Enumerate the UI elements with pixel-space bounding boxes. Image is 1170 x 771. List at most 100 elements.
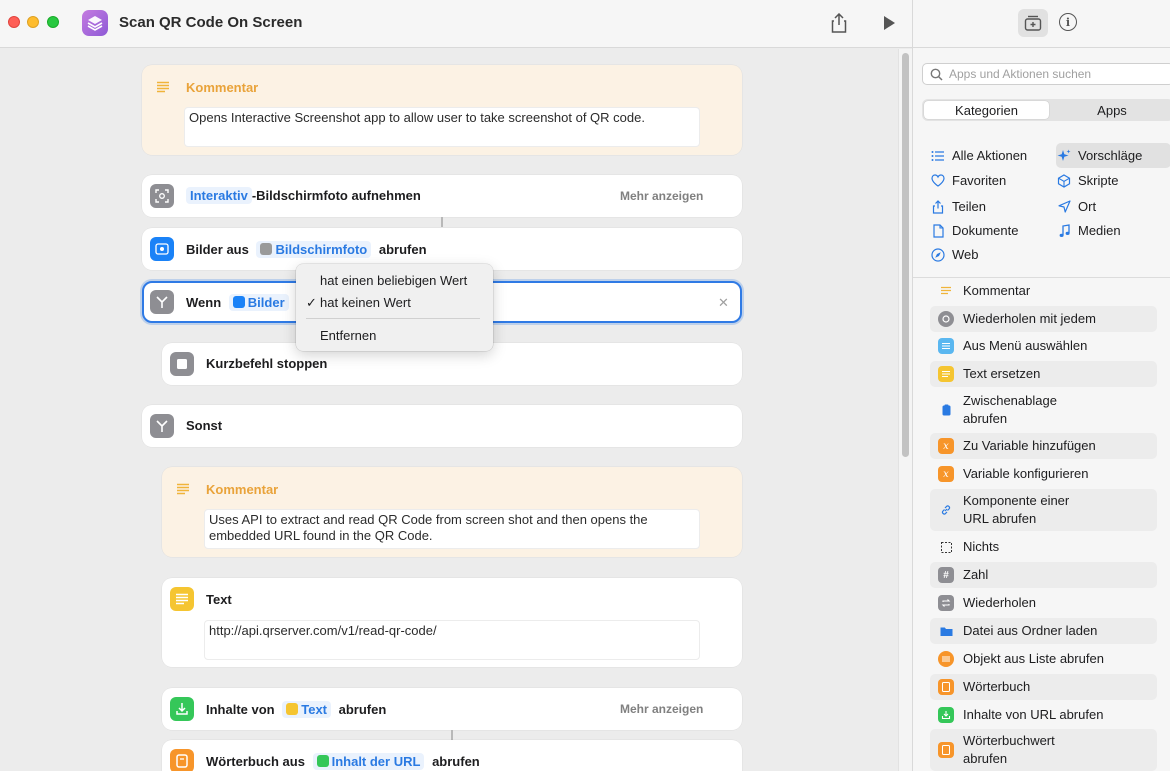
comment-text[interactable]: Uses API to extract and read QR Code fro… bbox=[204, 509, 700, 549]
action-suffix: abrufen bbox=[378, 242, 427, 257]
category-tabs: Kategorien Apps bbox=[922, 99, 1170, 121]
connector-line bbox=[441, 217, 443, 227]
search-field[interactable] bbox=[922, 63, 1170, 85]
scripts-icon bbox=[1057, 173, 1071, 188]
variable-icon: x bbox=[938, 466, 954, 482]
library-item[interactable]: Wörterbuch bbox=[930, 674, 1157, 700]
minimize-window-button[interactable] bbox=[27, 16, 39, 28]
text-token-icon bbox=[286, 703, 299, 715]
menu-item-has-any-value[interactable]: hat einen beliebigen Wert bbox=[320, 273, 467, 288]
action-suffix: abrufen bbox=[432, 754, 480, 769]
remove-action-icon[interactable]: ✕ bbox=[718, 295, 729, 311]
category-all-actions[interactable]: Alle Aktionen bbox=[931, 148, 1027, 163]
library-item[interactable]: Wiederholen mit jedem bbox=[930, 306, 1157, 332]
library-item[interactable]: Wörterbuchwert abrufen bbox=[930, 729, 1157, 771]
library-item[interactable]: Datei aus Ordner laden bbox=[930, 618, 1157, 644]
text-value-field[interactable]: http://api.qrserver.com/v1/read-qr-code/ bbox=[204, 620, 700, 660]
library-item[interactable]: Komponente einer URL abrufen bbox=[930, 489, 1157, 531]
text-token[interactable]: Text bbox=[282, 701, 332, 718]
library-item[interactable]: x Zu Variable hinzufügen bbox=[930, 433, 1157, 459]
scrollbar-thumb[interactable] bbox=[902, 53, 909, 457]
category-share[interactable]: Teilen bbox=[931, 199, 986, 214]
url-contents-token-icon bbox=[316, 755, 329, 767]
category-location[interactable]: Ort bbox=[1057, 199, 1096, 214]
show-more-button[interactable]: Mehr anzeigen bbox=[620, 702, 703, 716]
info-icon[interactable]: i bbox=[1059, 13, 1077, 31]
heart-icon bbox=[931, 174, 945, 188]
tab-apps[interactable]: Apps bbox=[1052, 101, 1170, 119]
library-item[interactable]: Inhalte von URL abrufen bbox=[930, 705, 1157, 725]
list-icon bbox=[931, 149, 945, 163]
library-item[interactable]: Text ersetzen bbox=[930, 361, 1157, 387]
shortcut-editor: Kommentar Opens Interactive Screenshot a… bbox=[0, 49, 898, 771]
library-item[interactable]: x Variable konfigurieren bbox=[930, 464, 1157, 484]
show-more-button[interactable]: Mehr anzeigen bbox=[620, 189, 703, 203]
editor-scrollbar[interactable] bbox=[898, 49, 912, 771]
connector-line bbox=[451, 730, 453, 740]
checkmark-icon: ✓ bbox=[306, 295, 317, 310]
category-favorites[interactable]: Favoriten bbox=[931, 173, 1006, 188]
library-item[interactable]: Wiederholen bbox=[930, 593, 1157, 613]
menu-item-remove[interactable]: Entfernen bbox=[320, 328, 376, 343]
library-item[interactable]: Zwischenablage abrufen bbox=[930, 391, 1157, 429]
category-suggestions[interactable]: Vorschläge bbox=[1057, 148, 1142, 163]
share-icon bbox=[931, 199, 945, 214]
otherwise-branch-icon bbox=[150, 414, 174, 438]
library-item[interactable]: Nichts bbox=[930, 537, 1157, 557]
zoom-window-button[interactable] bbox=[47, 16, 59, 28]
text-replace-icon bbox=[938, 366, 954, 382]
category-media[interactable]: Medien bbox=[1057, 223, 1121, 238]
stop-icon bbox=[170, 352, 194, 376]
screenshot-icon bbox=[150, 184, 174, 208]
action-label: Text bbox=[206, 592, 232, 607]
menu-item-has-no-value[interactable]: hat keinen Wert bbox=[320, 295, 411, 310]
menu-choose-icon bbox=[938, 338, 954, 354]
category-web[interactable]: Web bbox=[931, 247, 979, 262]
dictionary-icon bbox=[170, 749, 194, 771]
action-label: -Bildschirmfoto aufnehmen bbox=[251, 188, 421, 203]
action-label: Sonst bbox=[186, 418, 223, 433]
tab-categories[interactable]: Kategorien bbox=[924, 101, 1049, 119]
close-window-button[interactable] bbox=[8, 16, 20, 28]
library-item[interactable]: Kommentar bbox=[930, 281, 1157, 301]
action-suffix: abrufen bbox=[338, 702, 387, 717]
images-token[interactable]: Bilder bbox=[228, 294, 289, 311]
search-input[interactable] bbox=[949, 66, 1169, 82]
photos-icon bbox=[150, 237, 174, 261]
action-get-url-contents[interactable]: Inhalte von Text abrufen Mehr anzeigen bbox=[162, 688, 742, 730]
interactive-token[interactable]: Interaktiv bbox=[186, 187, 252, 204]
url-contents-token[interactable]: Inhalt der URL bbox=[312, 753, 425, 770]
screenshot-token[interactable]: Bildschirmfoto bbox=[256, 241, 372, 258]
music-note-icon bbox=[1057, 223, 1071, 238]
action-take-screenshot[interactable]: Interaktiv -Bildschirmfoto aufnehmen Mehr… bbox=[142, 175, 742, 217]
comment-title: Kommentar bbox=[186, 80, 259, 95]
folder-icon bbox=[938, 623, 954, 639]
library-item[interactable]: Aus Menü auswählen bbox=[930, 336, 1157, 356]
library-toggle-button[interactable] bbox=[1018, 9, 1048, 37]
action-text[interactable]: Text http://api.qrserver.com/v1/read-qr-… bbox=[162, 578, 742, 667]
repeat-icon bbox=[938, 595, 954, 611]
run-button[interactable] bbox=[878, 12, 900, 34]
comment-action-1[interactable]: Kommentar Opens Interactive Screenshot a… bbox=[142, 65, 742, 155]
comment-icon bbox=[176, 483, 190, 498]
action-otherwise[interactable]: Sonst bbox=[142, 405, 742, 447]
action-label: Kurzbefehl stoppen bbox=[206, 356, 328, 371]
action-label: Bilder aus bbox=[186, 242, 249, 257]
if-branch-icon bbox=[150, 290, 174, 314]
shortcuts-app-icon bbox=[82, 10, 108, 36]
number-icon: # bbox=[938, 567, 954, 583]
library-item[interactable]: Objekt aus Liste abrufen bbox=[930, 649, 1157, 669]
dictionary-icon bbox=[938, 679, 954, 695]
compass-icon bbox=[931, 247, 945, 262]
category-documents[interactable]: Dokumente bbox=[931, 223, 1018, 238]
menu-separator bbox=[306, 318, 480, 319]
category-scripts[interactable]: Skripte bbox=[1057, 173, 1118, 188]
dictionary-value-icon bbox=[938, 742, 954, 758]
library-item[interactable]: # Zahl bbox=[930, 562, 1157, 588]
location-arrow-icon bbox=[1057, 200, 1071, 214]
action-get-dictionary[interactable]: Wörterbuch aus Inhalt der URL abrufen bbox=[162, 740, 742, 771]
comment-action-2[interactable]: Kommentar Uses API to extract and read Q… bbox=[162, 467, 742, 557]
comment-icon bbox=[938, 283, 954, 299]
share-button[interactable] bbox=[828, 12, 850, 34]
comment-text[interactable]: Opens Interactive Screenshot app to allo… bbox=[184, 107, 700, 147]
